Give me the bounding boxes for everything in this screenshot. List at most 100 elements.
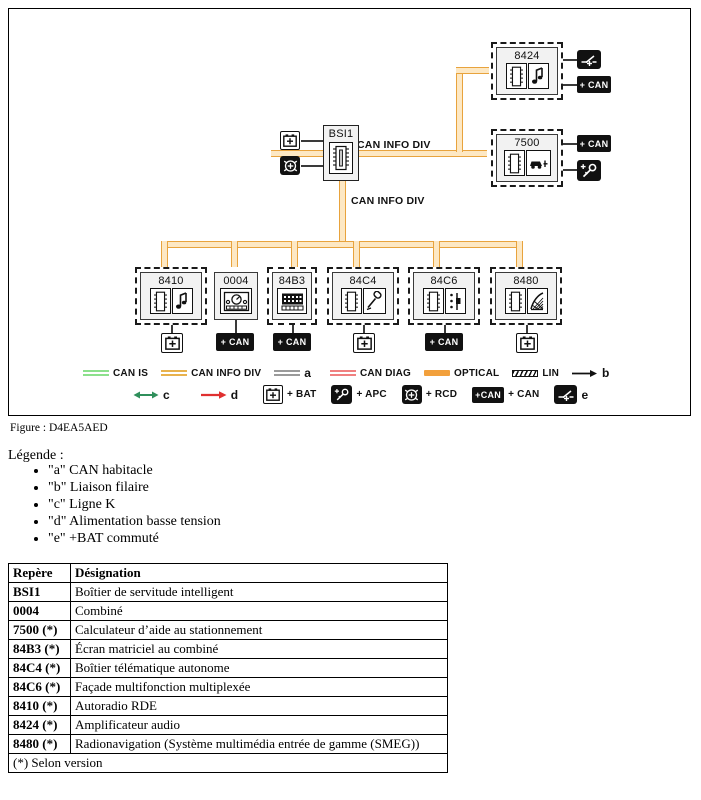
cell-designation: Calculateur d’aide au stationnement — [70, 620, 448, 640]
plus-bat-badge-bsi1 — [280, 131, 300, 150]
double-arrow-icon — [133, 391, 159, 398]
module-84C6[interactable]: 84C6 — [413, 272, 475, 320]
chip-icon — [340, 288, 362, 314]
switch-icon — [581, 54, 597, 66]
power-badge-0004: + CAN — [216, 333, 254, 351]
music-note-icon — [171, 288, 193, 314]
legend-row-1: CAN IS CAN INFO DIV a CAN DIAG OPTICAL L… — [83, 366, 609, 380]
bus-line-drop-8410 — [161, 241, 168, 267]
chip-glyph — [153, 291, 167, 311]
legend-label: CAN INFO DIV — [191, 367, 262, 379]
faceplate-glyph — [449, 292, 460, 310]
module-8424[interactable]: 8424 — [496, 47, 558, 95]
module-84B3-label: 84B3 — [278, 275, 306, 287]
key-apc-icon — [580, 163, 597, 177]
bus-line-drop-84B3 — [291, 241, 298, 267]
bus-label-top: CAN INFO DIV — [357, 139, 431, 151]
microphone-glyph — [366, 290, 382, 310]
module-84C4[interactable]: 84C4 — [332, 272, 394, 320]
plus-bat-commute-badge-8424 — [577, 50, 601, 69]
list-item: "a" CAN habitacle — [48, 462, 221, 479]
module-8480-label: 8480 — [513, 275, 539, 287]
legend-label: + APC — [356, 389, 387, 400]
chip-glyph — [344, 291, 358, 311]
optical-line-icon — [424, 370, 451, 376]
figure-frame: CAN INFO DIV CAN INFO DIV BSI1 8424 + CA… — [8, 8, 691, 416]
module-84C6-icons — [422, 288, 466, 314]
cell-repere: 0004 — [8, 601, 71, 621]
music-note-glyph — [175, 291, 187, 309]
legend-item-bat: + BAT — [263, 385, 316, 404]
chip-icon — [149, 288, 171, 314]
cluster-glyph — [223, 291, 249, 311]
list-item: "d" Alimentation basse tension — [48, 513, 221, 530]
bus-line-drop-84C6 — [433, 241, 440, 267]
bus-line-drop-84C4 — [353, 241, 360, 267]
module-8480-icons — [504, 288, 548, 314]
module-0004[interactable]: 0004 — [214, 272, 258, 320]
legend-label: c — [163, 387, 170, 402]
module-8410-icons — [149, 288, 193, 314]
matrix-glyph — [281, 293, 303, 310]
list-item: "c" Ligne K — [48, 496, 221, 513]
plus-bat-icon — [356, 336, 372, 350]
legend-label: + BAT — [287, 389, 317, 400]
module-8410[interactable]: 8410 — [140, 272, 202, 320]
cell-repere: 8410 (*) — [8, 696, 71, 716]
legend-item-a: a — [274, 366, 311, 380]
legend-label: CAN DIAG — [359, 367, 412, 379]
table-header-row: Repère Désignation — [8, 563, 448, 583]
plus-bat-icon — [164, 336, 180, 350]
bus-line-drop-0004 — [231, 241, 238, 267]
can-diag-line-icon — [329, 370, 356, 376]
bus-line-trunk-right — [271, 150, 487, 157]
figure-caption: Figure : D4EA5AED — [10, 422, 108, 434]
module-8480[interactable]: 8480 — [495, 272, 557, 320]
power-badge-8480 — [516, 333, 538, 353]
plus-bat-commute-badge — [554, 385, 578, 404]
table-row: 84B3 (*) Écran matriciel au combiné — [8, 639, 448, 659]
cell-designation: Boîtier de servitude intelligent — [70, 582, 448, 602]
cell-designation: Combiné — [70, 601, 448, 621]
legend-row-2: c d + BAT + APC + RCD +CAN + CAN e — [133, 385, 588, 404]
table-row: 8424 (*) Amplificateur audio — [8, 715, 448, 735]
module-84B3[interactable]: 84B3 — [272, 272, 312, 320]
module-bsi1[interactable]: BSI1 — [323, 125, 359, 181]
chip-glyph — [426, 291, 440, 311]
module-7500-label: 7500 — [514, 137, 540, 149]
diagram-canvas: CAN INFO DIV CAN INFO DIV BSI1 8424 + CA… — [9, 9, 690, 415]
chip-glyph — [508, 291, 522, 311]
switch-icon — [558, 389, 574, 401]
table-row: 84C4 (*) Boîtier télématique autonome — [8, 658, 448, 678]
instrument-cluster-icon — [220, 288, 252, 314]
arrow-right-icon — [572, 369, 598, 377]
bus-line-distribution — [161, 241, 521, 248]
music-note-glyph — [531, 66, 543, 84]
module-84C6-label: 84C6 — [430, 275, 458, 287]
module-84C4-icons — [340, 288, 386, 314]
list-item: "e" +BAT commuté — [48, 530, 221, 547]
table-row: BSI1 Boîtier de servitude intelligent — [8, 582, 448, 602]
arrow-right-red-icon — [200, 390, 227, 399]
wire-bsi1-rcd — [301, 165, 323, 167]
legend-label: + CAN — [508, 389, 540, 400]
plus-rcd-icon — [283, 159, 297, 172]
module-84B3-icons — [277, 288, 307, 314]
plus-bat-icon — [283, 134, 297, 147]
map-glyph — [530, 291, 544, 310]
power-badge-84B3: + CAN — [273, 333, 311, 351]
legend-item-can-is: CAN IS — [83, 368, 148, 379]
legend-item-rcd: + RCD — [401, 385, 457, 404]
matrix-display-icon — [277, 288, 307, 314]
module-7500[interactable]: 7500 — [496, 134, 558, 182]
cell-designation: Boîtier télématique autonome — [70, 658, 448, 678]
module-7500-icons — [503, 150, 551, 176]
legend-label: a — [304, 366, 311, 380]
cell-repere: 7500 (*) — [8, 620, 71, 640]
plus-rcd-badge-bsi1 — [280, 156, 300, 175]
table-row: 8480 (*) Radionavigation (Système multim… — [8, 734, 448, 754]
power-badge-8410 — [161, 333, 183, 353]
chip-glyph — [507, 153, 521, 173]
music-note-icon — [527, 63, 549, 89]
plus-can-badge: +CAN — [472, 386, 505, 403]
